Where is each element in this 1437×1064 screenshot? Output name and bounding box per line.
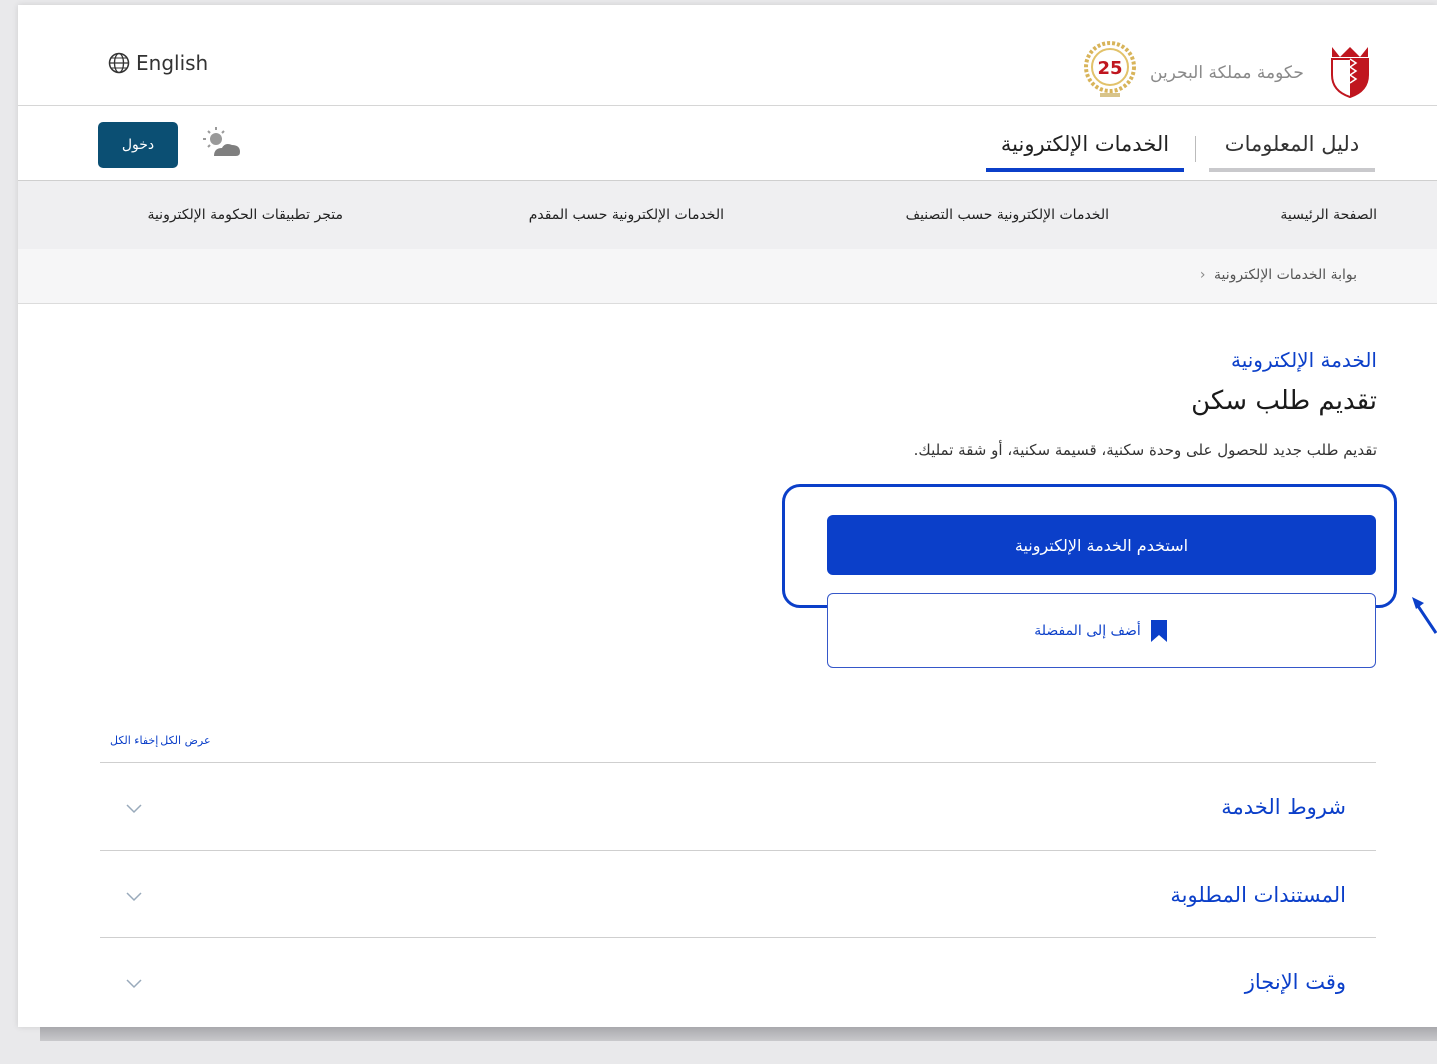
accordion-item-completion-time[interactable]: وقت الإنجاز	[100, 937, 1376, 1024]
window-bottom-edge	[40, 1027, 1437, 1041]
nav-item-by-provider[interactable]: الخدمات الإلكترونية حسب المقدم	[529, 207, 724, 223]
site-header: English 25 حكومة مملكة البحرين	[18, 5, 1437, 106]
breadcrumb-item[interactable]: بوابة الخدمات الإلكترونية ‹	[1200, 267, 1357, 283]
login-button[interactable]: دخول	[98, 122, 178, 168]
weather-icon[interactable]	[202, 126, 242, 166]
bahrain-crest-logo	[1326, 41, 1374, 105]
browser-page: English 25 حكومة مملكة البحرين دخول الخد…	[18, 5, 1437, 1027]
secondary-nav: الصفحة الرئيسية الخدمات الإلكترونية حسب …	[18, 181, 1437, 249]
use-eservice-button[interactable]: استخدم الخدمة الإلكترونية	[827, 515, 1376, 575]
accordion-item-documents[interactable]: المستندات المطلوبة	[100, 850, 1376, 937]
breadcrumb: بوابة الخدمات الإلكترونية ‹	[18, 249, 1437, 304]
globe-icon	[108, 52, 130, 74]
hide-all-link[interactable]: إخفاء الكل	[110, 734, 158, 747]
accordion-title[interactable]: وقت الإنجاز	[1245, 970, 1346, 994]
anniversary-emblem: 25	[1082, 39, 1138, 105]
service-eyebrow: الخدمة الإلكترونية	[1230, 348, 1377, 372]
tab-information-guide[interactable]: دليل المعلومات	[1209, 132, 1375, 172]
accordion-title[interactable]: المستندات المطلوبة	[1170, 883, 1346, 907]
tab-eservices[interactable]: الخدمات الإلكترونية	[986, 132, 1184, 172]
nav-item-by-category[interactable]: الخدمات الإلكترونية حسب التصنيف	[906, 207, 1109, 223]
accordion-title[interactable]: شروط الخدمة	[1221, 795, 1346, 819]
breadcrumb-label[interactable]: بوابة الخدمات الإلكترونية	[1214, 267, 1357, 283]
add-to-favorites-button[interactable]: أضف إلى المفضلة	[827, 593, 1376, 668]
bookmark-icon	[1150, 619, 1167, 642]
show-all-link[interactable]: عرض الكل	[160, 734, 210, 747]
accordion-toggle-links: عرض الكل إخفاء الكل	[110, 734, 211, 747]
chevron-down-icon[interactable]	[126, 974, 142, 993]
pointer-arrow-icon	[1410, 595, 1437, 639]
primary-tabs: دخول الخدمات الإلكترونية دليل المعلومات	[18, 106, 1437, 181]
page-title: تقديم طلب سكن	[1191, 386, 1377, 416]
chevron-down-icon[interactable]	[126, 799, 142, 818]
nav-item-home[interactable]: الصفحة الرئيسية	[1280, 207, 1377, 223]
accordion-item-terms[interactable]: شروط الخدمة	[100, 762, 1376, 849]
nav-item-apps-store[interactable]: متجر تطبيقات الحكومة الإلكترونية	[147, 207, 343, 223]
tab-divider	[1195, 136, 1196, 162]
language-label[interactable]: English	[136, 51, 208, 75]
chevron-left-icon: ‹	[1199, 267, 1206, 283]
government-brand-name: حكومة مملكة البحرين	[1150, 63, 1304, 83]
language-switch[interactable]: English	[108, 51, 208, 75]
anniversary-number: 25	[1097, 58, 1122, 79]
service-description: تقديم طلب جديد للحصول على وحدة سكنية، قس…	[913, 441, 1377, 459]
chevron-down-icon[interactable]	[126, 887, 142, 906]
add-to-favorites-label[interactable]: أضف إلى المفضلة	[1034, 623, 1141, 639]
